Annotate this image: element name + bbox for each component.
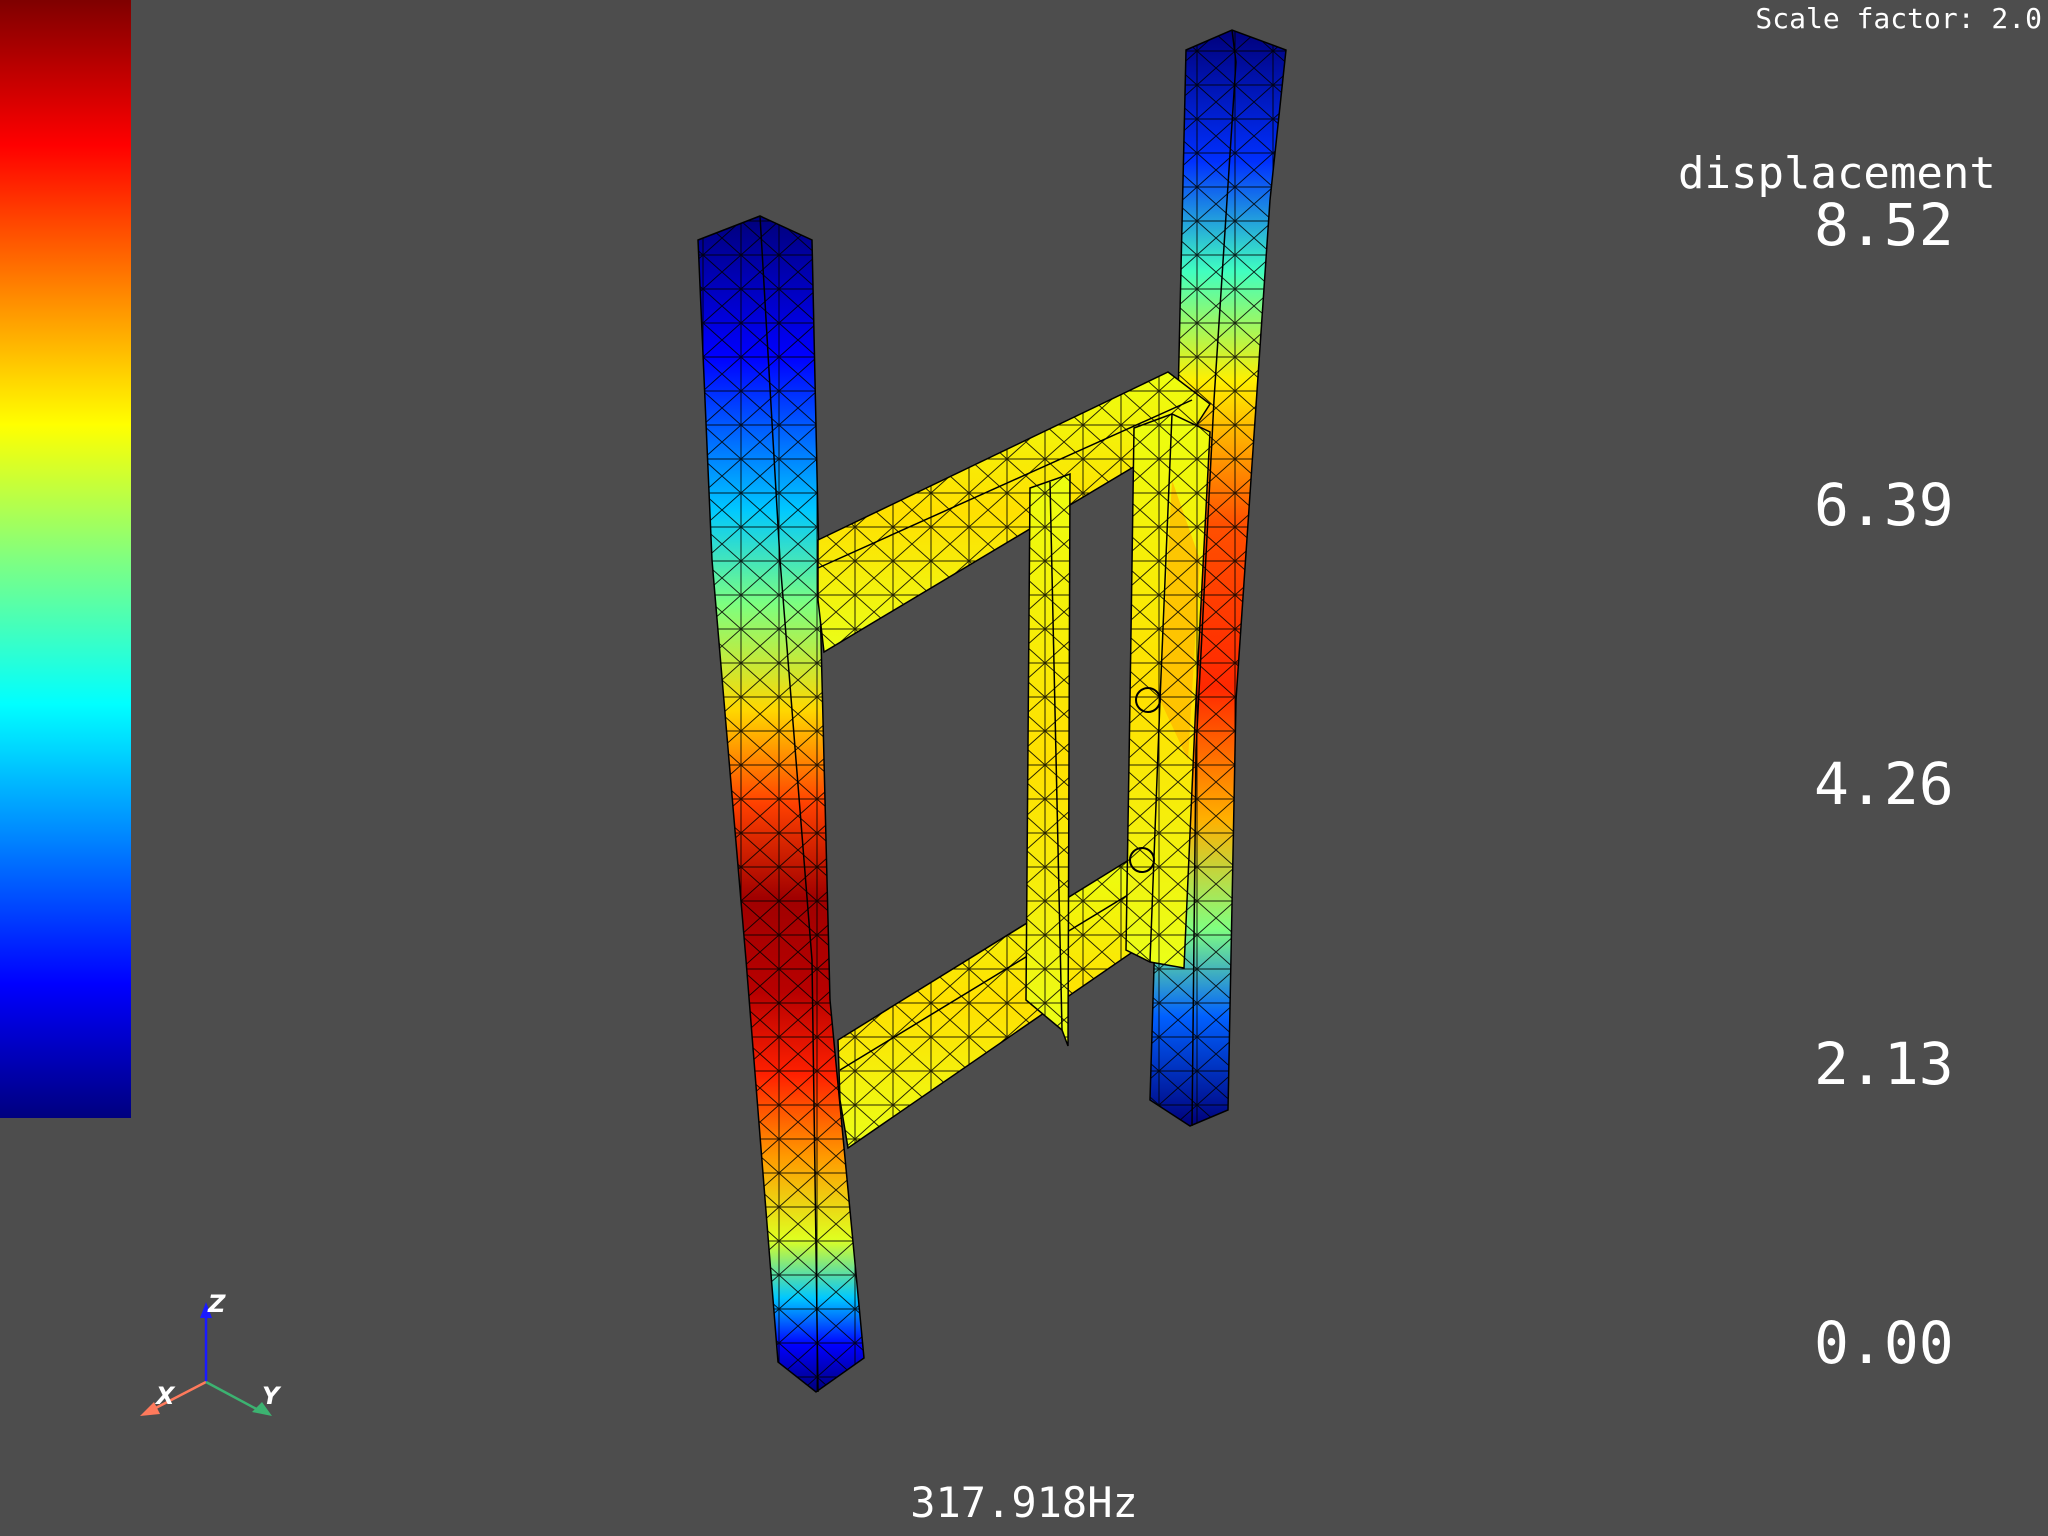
colorbar-tick: 4.26 <box>1814 750 1954 818</box>
x-axis-label: X <box>156 1382 175 1410</box>
render-viewport[interactable]: Scale factor: 2.0 Z X Y displacement 8.5… <box>0 0 2048 1536</box>
colorbar <box>0 0 131 1118</box>
left-column <box>697 215 865 1393</box>
colorbar-tick: 6.39 <box>1814 471 1954 539</box>
inner-plate-left <box>1025 472 1071 1047</box>
colorbar-tick: 2.13 <box>1814 1030 1954 1098</box>
colorbar-tick-max: 8.52 <box>1814 191 1954 259</box>
lower-crossbeam <box>837 857 1157 1150</box>
model-canvas[interactable] <box>0 0 2048 1536</box>
frequency-label: 317.918Hz <box>910 1478 1138 1527</box>
y-axis-label: Y <box>262 1382 280 1410</box>
colorbar-tick-min: 0.00 <box>1814 1309 1954 1377</box>
y-axis-line <box>205 1380 263 1414</box>
scale-factor-label: Scale factor: 2.0 <box>1755 2 2042 35</box>
z-axis-label: Z <box>208 1290 226 1318</box>
